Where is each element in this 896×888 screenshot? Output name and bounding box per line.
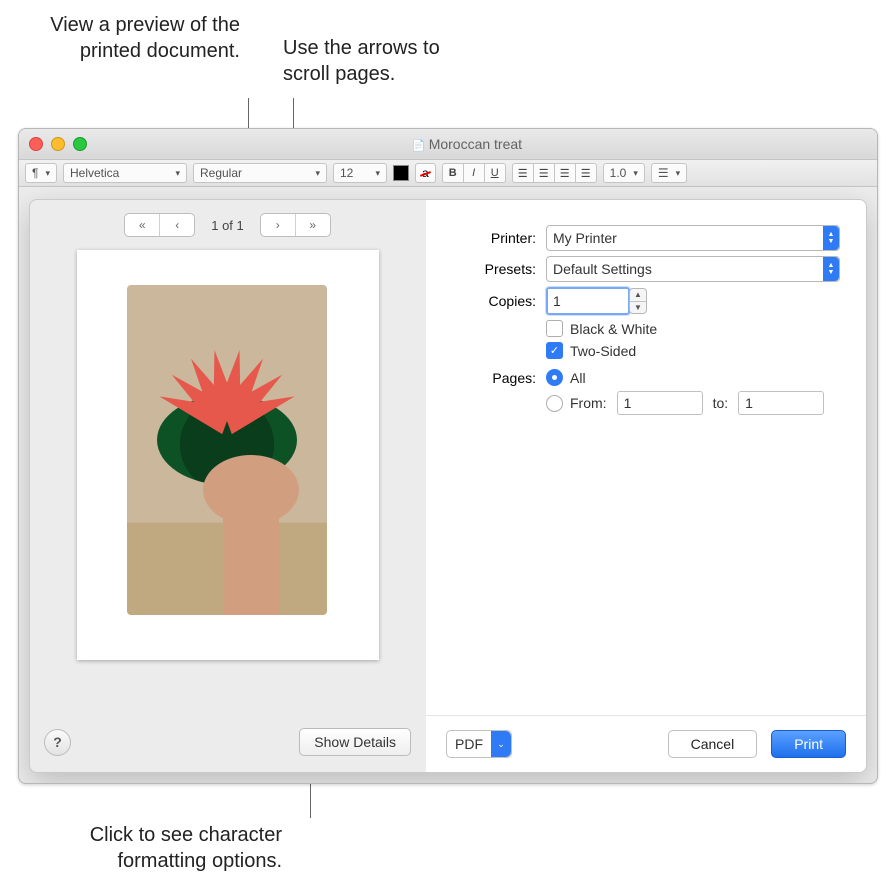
font-family-popup[interactable]: Helvetica▾ bbox=[63, 163, 187, 183]
preview-image bbox=[127, 285, 327, 615]
align-left-button[interactable]: ☰ bbox=[512, 163, 534, 183]
window-title: 📄 Moroccan treat bbox=[57, 136, 877, 152]
popup-arrows-icon: ▲▼ bbox=[823, 226, 839, 250]
pdf-button-label: PDF bbox=[447, 736, 491, 752]
align-justify-button[interactable]: ☰ bbox=[576, 163, 597, 183]
italic-button[interactable]: I bbox=[464, 163, 485, 183]
app-window: 📄 Moroccan treat ¶▾ Helvetica▾ Regular▾ … bbox=[18, 128, 878, 784]
pages-all-label: All bbox=[570, 370, 586, 386]
annotation-arrows: Use the arrows to scroll pages. bbox=[283, 35, 483, 87]
copies-label: Copies: bbox=[426, 293, 536, 309]
pages-all-radio[interactable] bbox=[546, 369, 563, 386]
preview-back-buttons: « ‹ bbox=[124, 213, 195, 237]
printer-value: My Printer bbox=[553, 230, 823, 246]
prev-page-button[interactable]: ‹ bbox=[159, 214, 194, 236]
pages-from-label: From: bbox=[570, 395, 607, 411]
line-spacing-value: 1.0 bbox=[610, 166, 627, 180]
font-style-value: Regular bbox=[200, 166, 242, 180]
pages-from-radio[interactable] bbox=[546, 395, 563, 412]
preview-pane: « ‹ 1 of 1 › » bbox=[30, 200, 426, 772]
copies-field[interactable]: 1 bbox=[546, 287, 630, 315]
pages-from-field[interactable]: 1 bbox=[617, 391, 703, 415]
titlebar: 📄 Moroccan treat bbox=[19, 129, 877, 160]
font-size-field[interactable]: 12▾ bbox=[333, 163, 387, 183]
preview-forward-buttons: › » bbox=[260, 213, 331, 237]
print-button[interactable]: Print bbox=[771, 730, 846, 758]
annotation-showdetails: Click to see character formatting option… bbox=[22, 822, 282, 874]
black-white-checkbox[interactable] bbox=[546, 320, 563, 337]
next-page-button[interactable]: › bbox=[261, 214, 295, 236]
bold-button[interactable]: B bbox=[442, 163, 464, 183]
pdf-menu-button[interactable]: PDF ⌄ bbox=[446, 730, 512, 758]
text-color-swatch[interactable] bbox=[393, 165, 409, 181]
pages-to-label: to: bbox=[713, 395, 729, 411]
alignment-segment: ☰ ☰ ☰ ☰ bbox=[512, 163, 597, 183]
print-dialog-sheet: « ‹ 1 of 1 › » bbox=[29, 199, 867, 773]
pages-from-value: 1 bbox=[624, 395, 632, 411]
help-button[interactable]: ? bbox=[44, 729, 71, 756]
bold-italic-underline-segment: B I U bbox=[442, 163, 506, 183]
two-sided-label: Two-Sided bbox=[570, 343, 636, 359]
printer-label: Printer: bbox=[426, 230, 536, 246]
cancel-button[interactable]: Cancel bbox=[668, 730, 758, 758]
close-window-button[interactable] bbox=[29, 137, 43, 151]
align-center-button[interactable]: ☰ bbox=[534, 163, 555, 183]
presets-label: Presets: bbox=[426, 261, 536, 277]
preview-page bbox=[77, 250, 379, 660]
pages-to-value: 1 bbox=[745, 395, 753, 411]
pages-to-field[interactable]: 1 bbox=[738, 391, 824, 415]
presets-value: Default Settings bbox=[553, 261, 823, 277]
page-counter: 1 of 1 bbox=[211, 218, 244, 233]
chevron-down-icon: ⌄ bbox=[491, 731, 511, 757]
first-page-button[interactable]: « bbox=[125, 214, 159, 236]
black-white-label: Black & White bbox=[570, 321, 657, 337]
last-page-button[interactable]: » bbox=[295, 214, 330, 236]
font-family-value: Helvetica bbox=[70, 166, 119, 180]
font-style-popup[interactable]: Regular▾ bbox=[193, 163, 327, 183]
line-spacing-popup[interactable]: 1.0▾ bbox=[603, 163, 645, 183]
two-sided-checkbox[interactable]: ✓ bbox=[546, 342, 563, 359]
dialog-action-bar: PDF ⌄ Cancel Print bbox=[426, 715, 866, 772]
preview-footer: ? Show Details bbox=[30, 712, 425, 772]
print-options-pane: Printer: My Printer ▲▼ Presets: Default … bbox=[426, 200, 866, 772]
align-right-button[interactable]: ☰ bbox=[555, 163, 576, 183]
preview-navigation: « ‹ 1 of 1 › » bbox=[30, 208, 425, 242]
annotation-preview: View a preview of the printed document. bbox=[34, 12, 240, 64]
font-size-value: 12 bbox=[340, 166, 353, 180]
copies-value: 1 bbox=[553, 293, 561, 309]
list-style-popup[interactable]: ☰▾ bbox=[651, 163, 687, 183]
paragraph-style-popup[interactable]: ¶▾ bbox=[25, 163, 57, 183]
pages-label: Pages: bbox=[426, 370, 536, 386]
formatting-toolbar: ¶▾ Helvetica▾ Regular▾ 12▾ a B I U ☰ ☰ ☰… bbox=[19, 160, 877, 187]
popup-arrows-icon: ▲▼ bbox=[823, 257, 839, 281]
show-details-button[interactable]: Show Details bbox=[299, 728, 411, 756]
highlight-color-button[interactable]: a bbox=[415, 163, 436, 183]
printer-popup[interactable]: My Printer ▲▼ bbox=[546, 225, 840, 251]
copies-stepper[interactable]: ▲▼ bbox=[629, 288, 647, 314]
underline-button[interactable]: U bbox=[485, 163, 506, 183]
presets-popup[interactable]: Default Settings ▲▼ bbox=[546, 256, 840, 282]
print-options-form: Printer: My Printer ▲▼ Presets: Default … bbox=[426, 200, 866, 450]
